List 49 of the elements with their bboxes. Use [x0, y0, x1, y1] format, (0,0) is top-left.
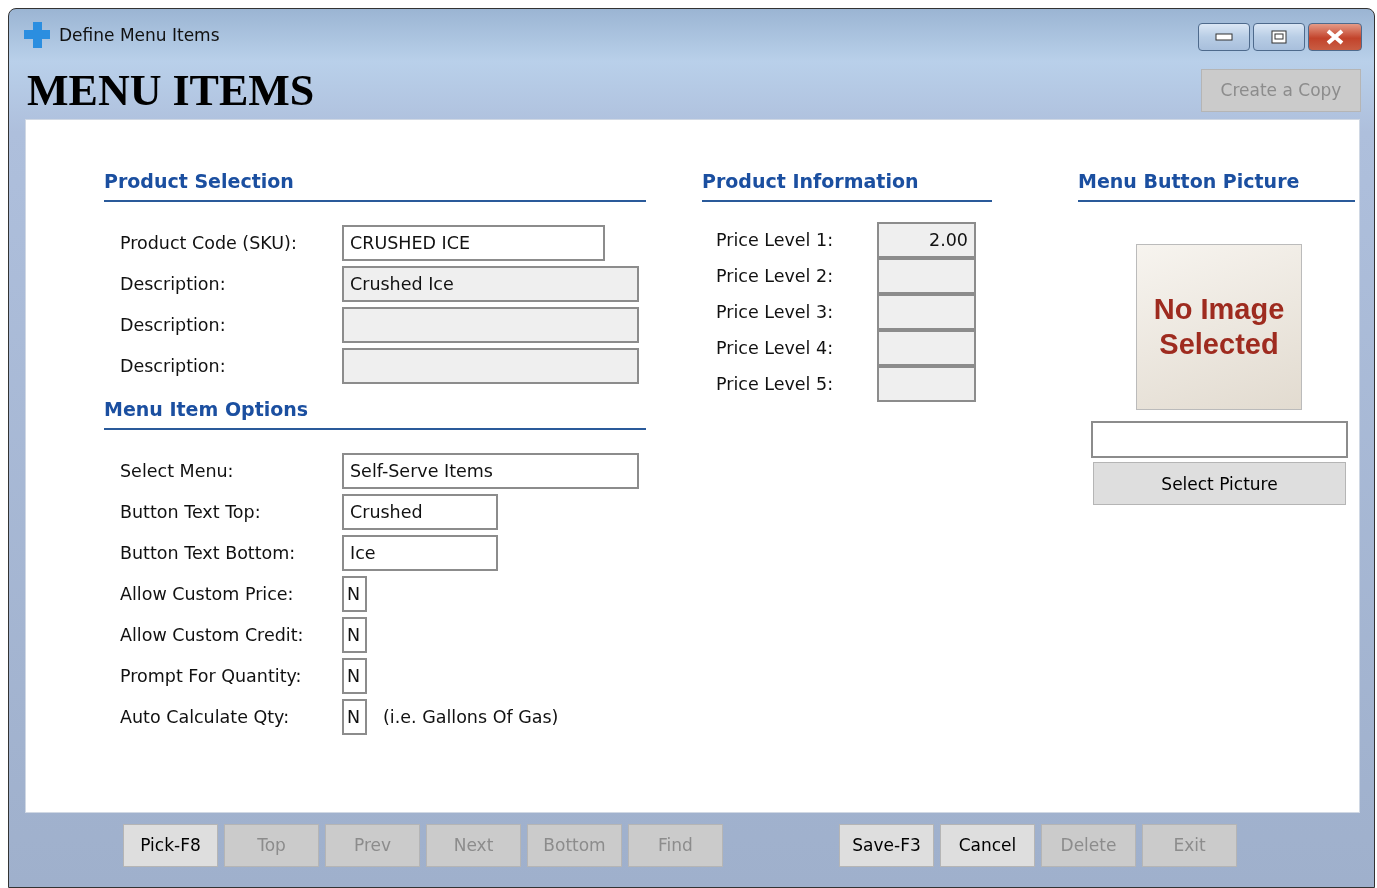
flag-field[interactable]: N: [342, 657, 367, 694]
field-label: Auto Calculate Qty:: [120, 706, 291, 727]
price-field[interactable]: [877, 258, 976, 294]
price-field[interactable]: 2.00: [877, 222, 976, 258]
text-field[interactable]: Ice: [342, 534, 498, 571]
toolbar-button[interactable]: Pick-F8: [123, 823, 218, 867]
field-label: Description:: [120, 314, 227, 335]
close-icon: [1325, 29, 1345, 45]
field-label: Price Level 5:: [716, 374, 835, 394]
field-label: Price Level 3:: [716, 302, 835, 322]
field-label: Description:: [120, 355, 227, 376]
section-heading: Menu Item Options: [104, 398, 646, 430]
text-field[interactable]: Crushed: [342, 493, 498, 530]
field-note: (i.e. Gallons Of Gas): [383, 706, 559, 727]
minimize-icon: [1215, 33, 1233, 41]
text-field[interactable]: CRUSHED ICE: [342, 224, 605, 261]
flag-field[interactable]: N: [342, 616, 367, 653]
flag-field[interactable]: N: [342, 698, 367, 735]
field-label: Description:: [120, 273, 227, 294]
field-label: Button Text Bottom:: [120, 542, 297, 563]
field-label: Price Level 4:: [716, 338, 835, 358]
field-label: Select Menu:: [120, 460, 235, 481]
section-heading: Product Selection: [104, 170, 646, 202]
field-label: Price Level 2:: [716, 266, 835, 286]
window-title: Define Menu Items: [59, 25, 221, 45]
close-button[interactable]: [1308, 23, 1362, 51]
picture-path-field[interactable]: [1091, 421, 1348, 458]
field-label: Prompt For Quantity:: [120, 665, 303, 686]
section-heading: Product Information: [702, 170, 992, 202]
field-label: Allow Custom Price:: [120, 583, 295, 604]
maximize-button[interactable]: [1253, 23, 1305, 51]
minimize-button[interactable]: [1198, 23, 1250, 51]
toolbar-button[interactable]: Cancel: [940, 823, 1035, 867]
select-picture-button[interactable]: Select Picture: [1093, 462, 1346, 505]
field-label: Button Text Top:: [120, 501, 262, 522]
maximize-icon: [1271, 30, 1287, 44]
price-field[interactable]: [877, 330, 976, 366]
field-label: Price Level 1:: [716, 230, 835, 250]
field-label: Product Code (SKU):: [120, 232, 298, 253]
toolbar-button[interactable]: Save-F3: [839, 823, 934, 867]
section-heading: Menu Button Picture: [1078, 170, 1355, 202]
no-image-text: No Image Selected: [1152, 292, 1286, 362]
flag-field[interactable]: N: [342, 575, 367, 612]
price-field[interactable]: [877, 366, 976, 402]
text-field[interactable]: Self-Serve Items: [342, 452, 639, 489]
field-label: Allow Custom Credit:: [120, 624, 305, 645]
cross-icon: [23, 21, 51, 49]
page-title: MENU ITEMS: [27, 64, 315, 116]
price-field[interactable]: [877, 294, 976, 330]
